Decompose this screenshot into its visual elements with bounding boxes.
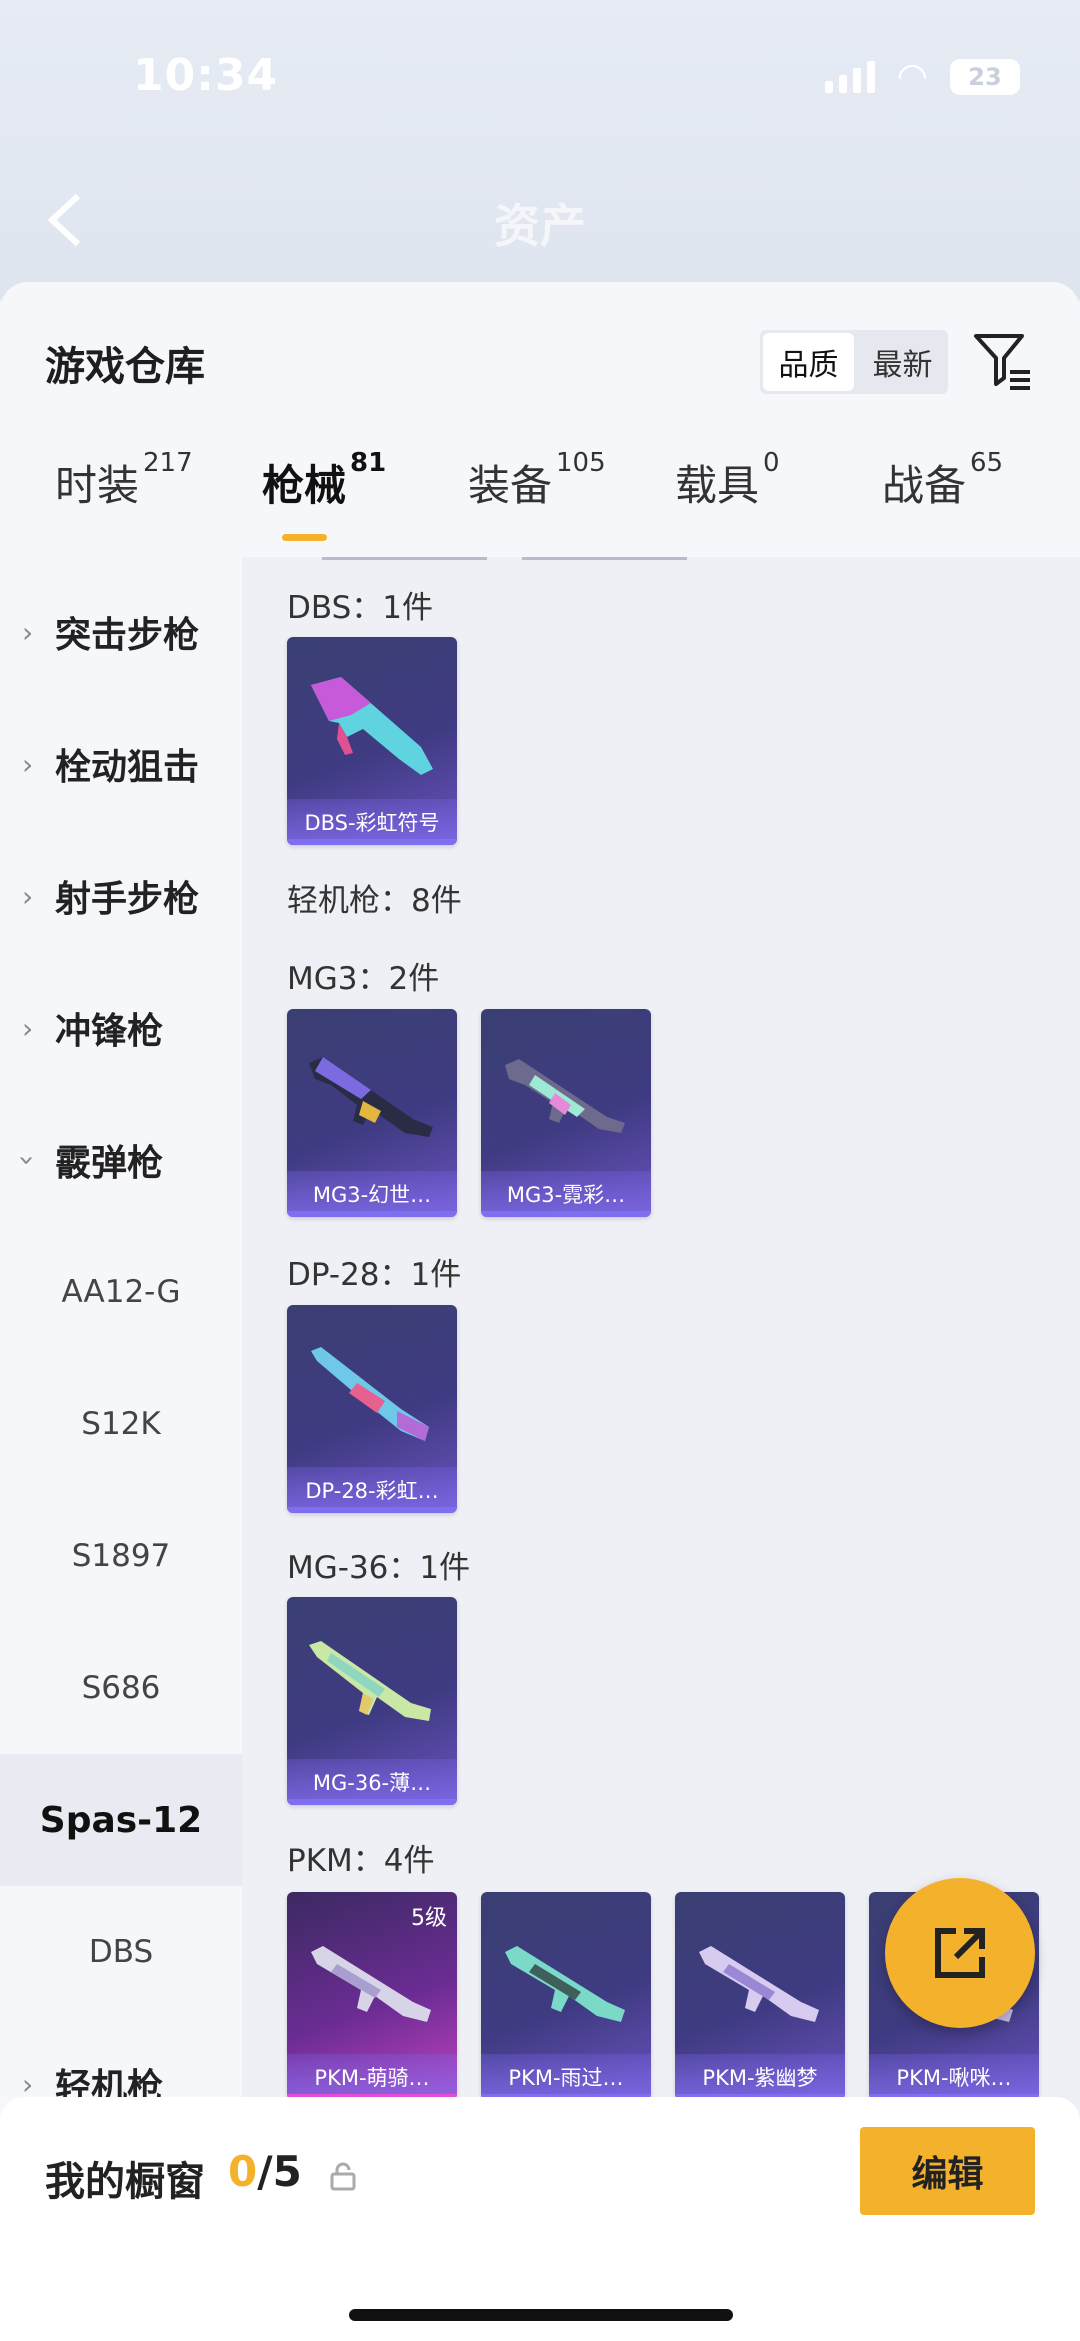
lock-icon (330, 2161, 356, 2191)
tab-firearms[interactable]: 枪械 81 (262, 448, 386, 513)
rarity-bar (287, 1507, 457, 1513)
status-time: 10:34 (133, 50, 279, 101)
active-tab-indicator (282, 534, 327, 541)
sheet-title: 游戏仓库 (45, 344, 205, 390)
tab-label: 装备 (468, 461, 553, 510)
tab-label: 枪械 (262, 461, 347, 510)
sidebar-subitem-dbs[interactable]: DBS (0, 1886, 242, 2018)
showcase-label: 我的橱窗 (45, 2159, 205, 2205)
tab-combat-gear[interactable]: 战备 65 (882, 448, 1003, 513)
filter-icon[interactable] (972, 330, 1034, 392)
sidebar-item-assault-rifles[interactable]: › 突击步枪 (0, 566, 242, 698)
lmg-skin-image (309, 1641, 431, 1721)
page-title: 资产 (494, 199, 586, 253)
chevron-right-icon: › (22, 1011, 34, 1045)
share-button[interactable] (885, 1878, 1035, 2028)
chevron-right-icon: › (22, 747, 34, 781)
group-label-pkm: PKM：4件 (287, 1843, 435, 1879)
sidebar-item-label: Spas-12 (39, 1799, 203, 1841)
tab-count: 217 (143, 448, 193, 478)
weapon-card[interactable]: PKM-雨过… (481, 1892, 651, 2100)
group-label-dp28: DP-28：1件 (287, 1257, 462, 1293)
showcase-count-current: 0 (228, 2147, 258, 2196)
weapon-card[interactable]: DBS-彩虹符号 (287, 637, 457, 845)
chevron-right-icon: › (22, 2067, 34, 2101)
group-label-mg36: MG-36：1件 (287, 1550, 471, 1586)
lmg-skin-image (311, 1347, 429, 1441)
tab-label: 时装 (55, 461, 140, 510)
weapon-card[interactable]: PKM-紫幽梦 (675, 1892, 845, 2100)
sidebar-item-bolt-snipers[interactable]: › 栓动狙击 (0, 698, 242, 830)
tab-vehicles[interactable]: 载具 0 (675, 448, 780, 513)
showcase-bar: 我的橱窗 0/5 编辑 (0, 2097, 1080, 2341)
shotgun-skin-image (311, 677, 433, 775)
share-external-icon (935, 1928, 985, 1978)
showcase-count-total: /5 (257, 2147, 302, 2196)
group-label-mg3: MG3：2件 (287, 961, 440, 997)
weapon-card[interactable]: MG3-霓彩… (481, 1009, 651, 1217)
chevron-right-icon: › (22, 879, 34, 913)
weapon-card[interactable]: DP-28-彩虹… (287, 1305, 457, 1513)
sidebar-item-label: AA12-G (61, 1274, 181, 1310)
sidebar-item-smgs[interactable]: › 冲锋枪 (0, 962, 242, 1094)
category-tabs: 时装 217 枪械 81 装备 105 载具 0 战备 65 (0, 432, 1080, 527)
tab-count: 0 (763, 448, 780, 478)
sidebar-subitem-spas12[interactable]: Spas-12 (0, 1754, 242, 1886)
tab-count: 65 (970, 448, 1004, 478)
weapon-list: DBS：1件 DBS-彩虹符号 轻机枪：8件 MG3：2件 MG3-幻世… MG… (242, 557, 1080, 2341)
sidebar-subitem-s12k[interactable]: S12K (0, 1358, 242, 1490)
showcase-count: 0/5 (228, 2147, 302, 2196)
rarity-bar (287, 1799, 457, 1805)
sidebar-subitem-s1897[interactable]: S1897 (0, 1490, 242, 1622)
edit-button[interactable]: 编辑 (860, 2127, 1035, 2215)
sidebar-item-label: S12K (81, 1406, 161, 1442)
weapon-card[interactable]: MG-36-薄… (287, 1597, 457, 1805)
lmg-skin-image (309, 1057, 433, 1137)
lmg-skin-image (311, 1946, 431, 2022)
sort-newest-option[interactable]: 最新 (857, 330, 948, 394)
group-label-lmg: 轻机枪：8件 (287, 883, 462, 919)
chevron-down-icon: › (11, 1154, 45, 1166)
lmg-skin-image (505, 1059, 625, 1133)
wifi-icon: ◠ (896, 56, 928, 97)
signal-icon (824, 60, 875, 93)
lmg-skin-image (699, 1946, 819, 2022)
tab-label: 战备 (882, 461, 967, 510)
sidebar-item-label: S1897 (71, 1538, 171, 1574)
scrolled-card-edge (322, 557, 687, 560)
group-label-dbs: DBS：1件 (287, 590, 433, 626)
warehouse-sheet: 游戏仓库 品质 最新 时装 217 枪械 81 装备 105 载具 0 战备 65 › 突击… (0, 282, 1080, 2341)
sidebar-item-label: S686 (81, 1670, 161, 1706)
tab-equipment[interactable]: 装备 105 (468, 448, 606, 513)
sort-quality-option[interactable]: 品质 (763, 333, 854, 391)
sidebar-subitem-aa12g[interactable]: AA12-G (0, 1226, 242, 1358)
sidebar-item-marksman-rifles[interactable]: › 射手步枪 (0, 830, 242, 962)
tab-label: 载具 (675, 461, 760, 510)
tab-count: 105 (556, 448, 606, 478)
weapon-card[interactable]: 5级 PKM-萌骑… (287, 1892, 457, 2100)
rarity-bar (481, 1211, 651, 1217)
status-icons: ◠ 23 (824, 56, 1020, 97)
battery-icon: 23 (950, 58, 1020, 95)
home-indicator (349, 2309, 733, 2321)
weapon-card[interactable]: MG3-幻世… (287, 1009, 457, 1217)
sidebar-subitem-s686[interactable]: S686 (0, 1622, 242, 1754)
tab-fashion[interactable]: 时装 217 (55, 448, 193, 513)
sort-toggle[interactable]: 品质 最新 (760, 330, 948, 394)
rarity-bar (287, 1211, 457, 1217)
weapon-type-sidebar: › 突击步枪 › 栓动狙击 › 射手步枪 › 冲锋枪 › 霰弹枪 AA12-G S12K … (0, 557, 242, 2341)
rarity-bar (287, 839, 457, 845)
chevron-right-icon: › (22, 615, 34, 649)
tab-count: 81 (350, 448, 387, 478)
sidebar-item-label: DBS (88, 1934, 154, 1970)
sidebar-item-shotguns[interactable]: › 霰弹枪 (0, 1094, 242, 1226)
lmg-skin-image (505, 1946, 625, 2022)
